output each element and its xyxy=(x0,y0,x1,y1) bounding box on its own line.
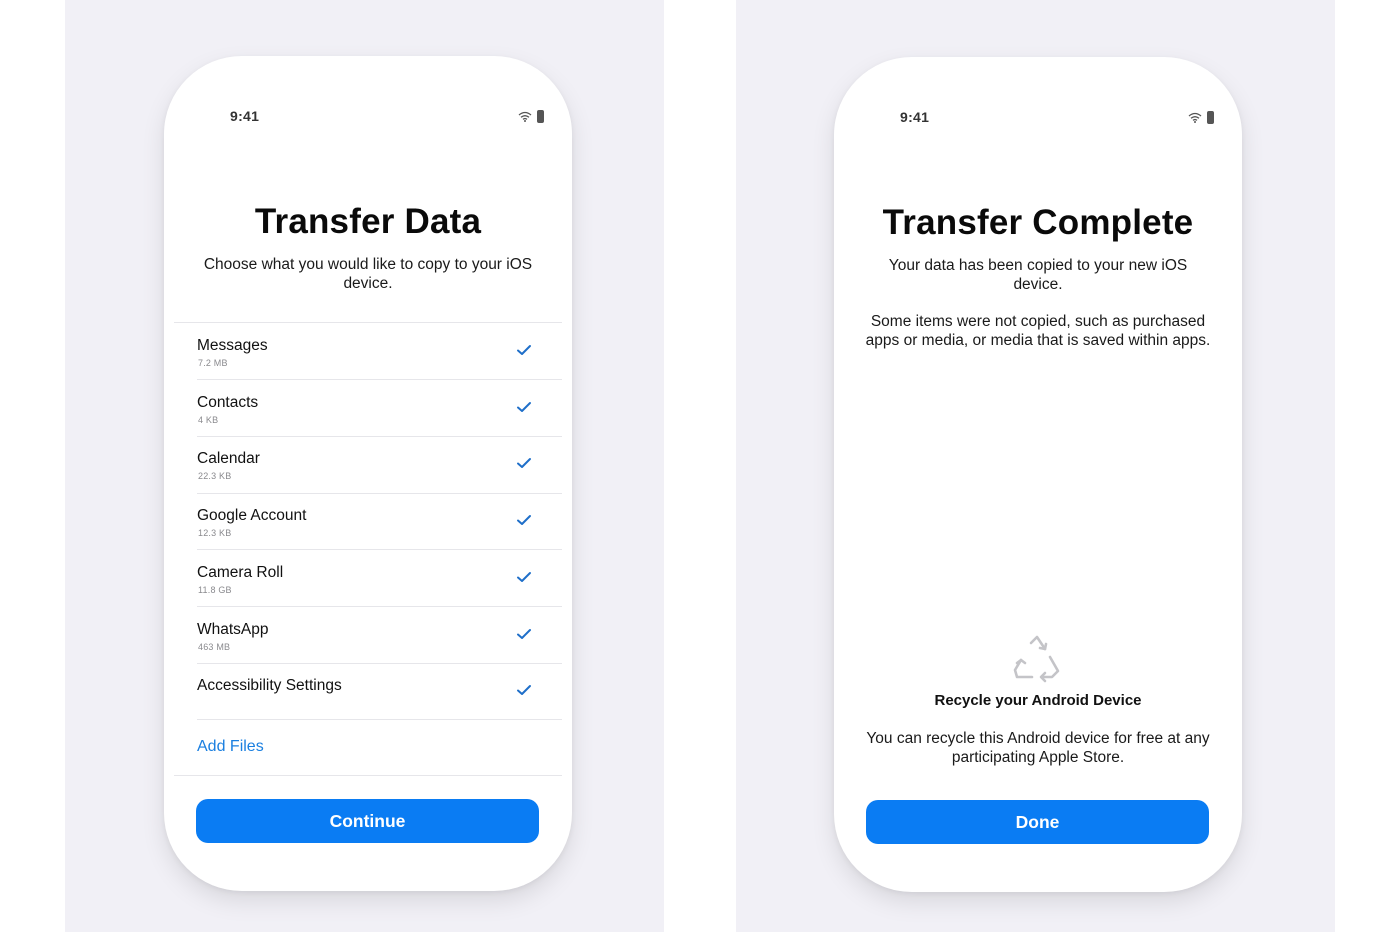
checkmark-icon[interactable] xyxy=(516,400,532,414)
page-subtitle: Choose what you would like to copy to yo… xyxy=(203,256,533,292)
transfer-item-label: WhatsApp xyxy=(197,620,269,638)
checkmark-icon[interactable] xyxy=(516,343,532,357)
transfer-data-panel: 9:41 Transfer Data Choose what you would… xyxy=(65,0,664,932)
status-bar: 9:41 xyxy=(164,108,572,128)
checkmark-icon[interactable] xyxy=(516,683,532,697)
recycle-title: Recycle your Android Device xyxy=(934,692,1142,709)
checkmark-icon[interactable] xyxy=(516,570,532,584)
page-subtitle: Your data has been copied to your new iO… xyxy=(888,257,1188,293)
transfer-item-size: 22.3 KB xyxy=(198,471,232,482)
continue-button[interactable]: Continue xyxy=(196,799,539,843)
transfer-item[interactable]: WhatsApp 463 MB xyxy=(197,607,562,664)
divider xyxy=(197,719,562,721)
wifi-icon xyxy=(1188,112,1202,123)
page-title: Transfer Data xyxy=(254,202,482,241)
transfer-item-label: Contacts xyxy=(197,393,259,411)
status-time: 9:41 xyxy=(230,108,260,124)
status-icons xyxy=(1188,111,1214,124)
transfer-item-label: Camera Roll xyxy=(197,563,284,581)
transfer-item-label: Google Account xyxy=(197,507,307,525)
transfer-item-label: Messages xyxy=(197,337,268,354)
recycle-text: You can recycle this Android device for … xyxy=(866,730,1210,766)
add-files-link[interactable]: Add Files xyxy=(197,738,264,756)
transfer-item[interactable]: Camera Roll 11.8 GB xyxy=(197,550,562,607)
transfer-item-size: 12.3 KB xyxy=(198,528,232,539)
transfer-item[interactable]: Contacts 4 KB xyxy=(197,380,562,437)
transfer-item-size: 11.8 GB xyxy=(198,584,232,595)
transfer-item-size: 7.2 MB xyxy=(198,358,228,368)
status-icons xyxy=(518,110,544,123)
not-copied-note: Some items were not copied, such as purc… xyxy=(865,313,1211,349)
status-time: 9:41 xyxy=(900,109,930,125)
transfer-item[interactable]: Calendar 22.3 KB xyxy=(197,436,562,493)
checkmark-icon[interactable] xyxy=(516,627,532,641)
transfer-item[interactable]: Messages 7.2 MB xyxy=(197,323,562,380)
transfer-item-size: 463 MB xyxy=(198,641,231,652)
transfer-item[interactable]: Google Account 12.3 KB xyxy=(197,493,562,550)
transfer-item-label: Accessibility Settings xyxy=(197,677,342,695)
status-bar: 9:41 xyxy=(834,109,1242,129)
checkmark-icon[interactable] xyxy=(516,456,532,470)
done-button[interactable]: Done xyxy=(866,800,1209,844)
page-title: Transfer Complete xyxy=(882,203,1194,242)
battery-icon xyxy=(1207,111,1214,124)
transfer-complete-panel: 9:41 Transfer Complete Your data has bee… xyxy=(736,0,1335,932)
transfer-item-label: Calendar xyxy=(197,450,260,468)
phone-screen-transfer-data: 9:41 Transfer Data Choose what you would… xyxy=(164,56,572,891)
checkmark-icon[interactable] xyxy=(516,513,532,527)
battery-icon xyxy=(537,110,544,123)
transfer-item-size: 4 KB xyxy=(198,414,219,425)
recycle-icon xyxy=(1013,635,1060,683)
transfer-item[interactable]: Accessibility Settings xyxy=(197,663,562,720)
phone-screen-transfer-complete: 9:41 Transfer Complete Your data has bee… xyxy=(834,57,1242,892)
wifi-icon xyxy=(518,111,532,122)
divider xyxy=(174,775,562,776)
